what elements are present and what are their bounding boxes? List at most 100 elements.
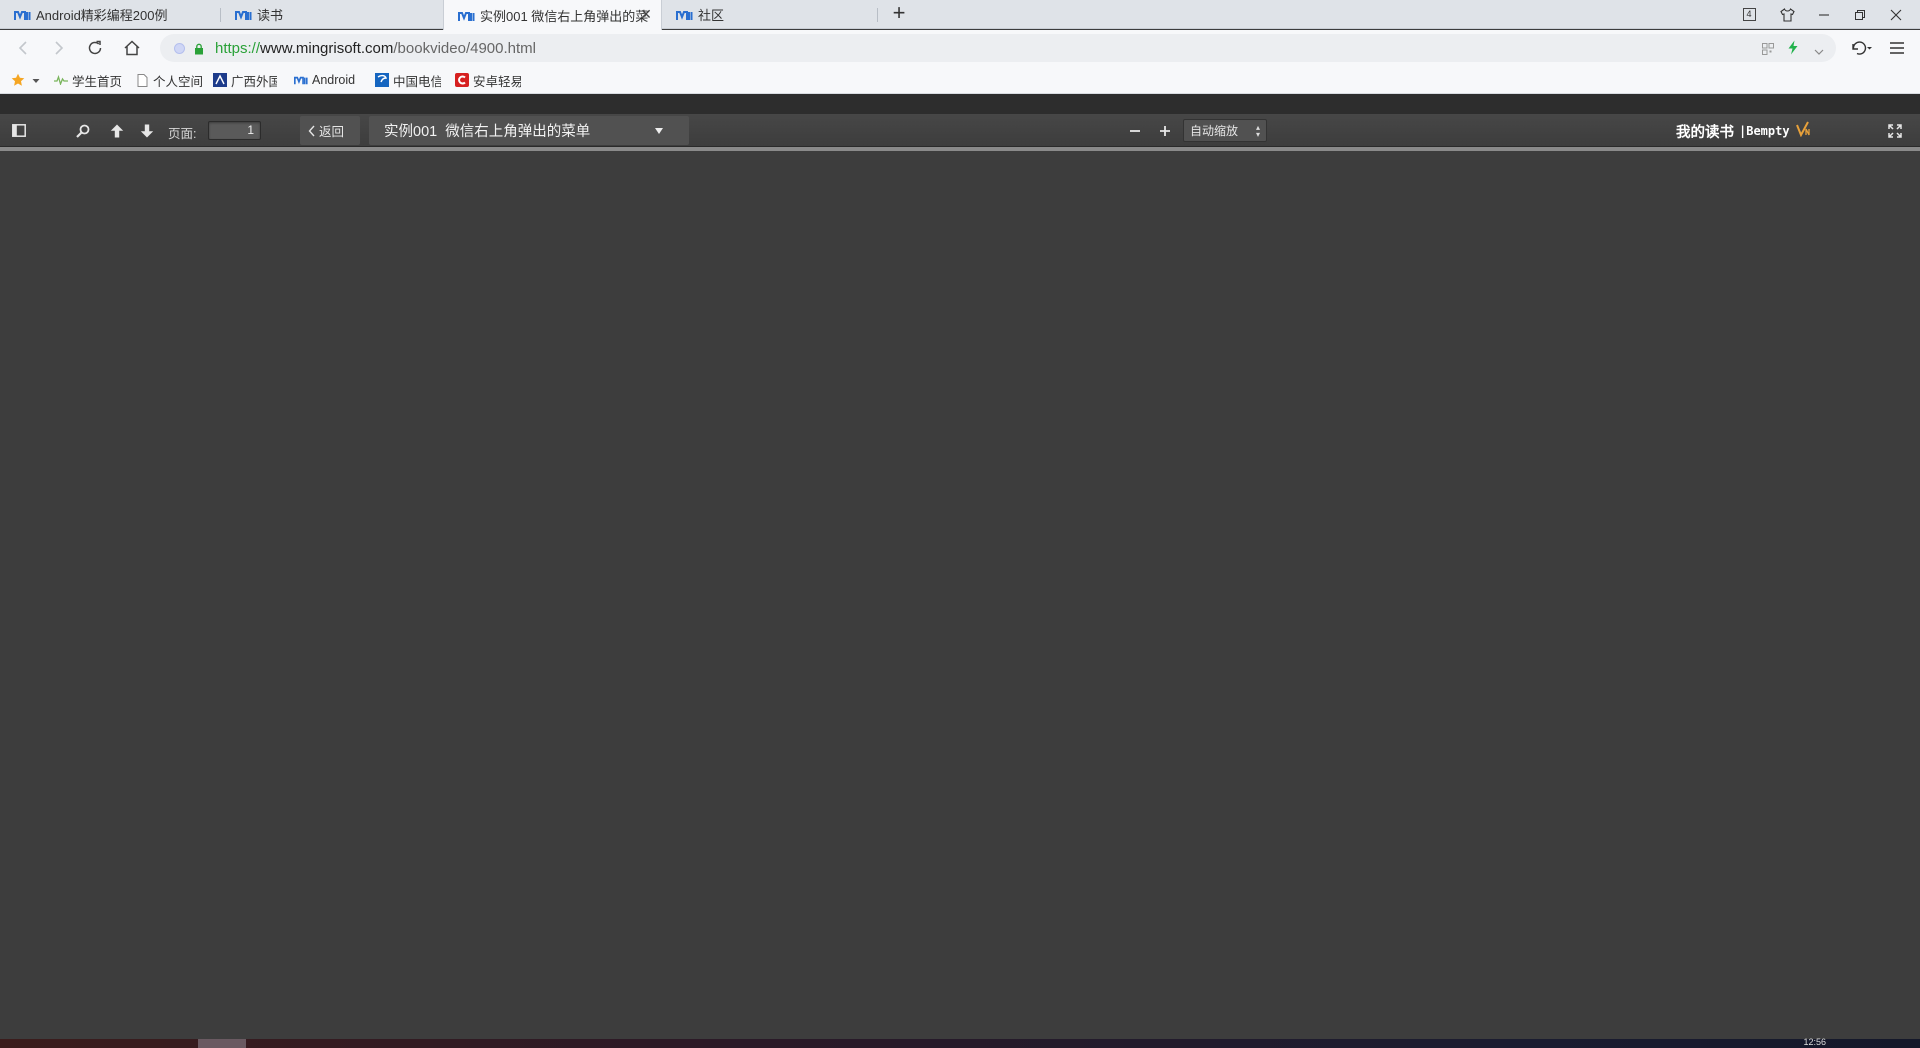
site-info-icon[interactable]	[174, 43, 185, 54]
url-host: www.mingrisoft.com	[260, 40, 394, 57]
close-window-button[interactable]	[1884, 0, 1908, 29]
tab-label: 实例001 微信右上角弹出的菜	[480, 8, 649, 24]
search-icon	[76, 124, 90, 138]
chevron-down-icon	[32, 73, 40, 87]
url-protocol: https://	[215, 40, 261, 57]
chevron-left-icon	[308, 125, 315, 136]
lightning-icon[interactable]	[1787, 40, 1799, 60]
page-number-label: 页面:	[168, 127, 197, 141]
university-favicon-icon	[213, 73, 227, 87]
my-reading-link[interactable]: 我的读书	[1676, 121, 1734, 142]
reload-icon	[88, 40, 102, 55]
page-number-input[interactable]: 1	[208, 121, 261, 140]
bookmark-label: 中国电信	[393, 74, 441, 89]
hamburger-menu-icon	[1890, 42, 1904, 54]
bookmark-label: 广西外国	[231, 74, 277, 89]
url-path: /bookvideo/4900.html	[393, 40, 536, 57]
favorites-menu[interactable]	[11, 71, 40, 89]
mingrisoft-favicon-icon	[458, 10, 475, 21]
bookmark-item[interactable]: 个人空间	[135, 71, 203, 89]
plus-icon	[1160, 125, 1170, 136]
user-name[interactable]: |Bempty	[1739, 124, 1790, 138]
bookmark-label: Android	[312, 73, 356, 87]
tab-example-001[interactable]: 实例001 微信右上角弹出的菜 ✕	[443, 0, 662, 30]
skin-button[interactable]	[1775, 0, 1799, 29]
chevron-down-icon[interactable]	[1814, 43, 1824, 61]
pulse-favicon-icon	[54, 73, 68, 87]
taskbar-active-app[interactable]	[198, 1039, 246, 1048]
next-page-button[interactable]	[136, 114, 158, 147]
previous-page-button[interactable]	[106, 114, 128, 147]
tab-count-badge: 4	[1742, 8, 1756, 21]
bookmark-item[interactable]: 学生首页	[54, 71, 122, 89]
arrow-left-icon	[18, 41, 27, 55]
return-button[interactable]: 返回	[300, 116, 360, 145]
zoom-in-button[interactable]	[1154, 114, 1176, 147]
arrow-right-icon	[55, 41, 64, 55]
minimize-button[interactable]	[1812, 0, 1836, 29]
sidebar-toggle-icon	[12, 124, 26, 137]
return-label: 返回	[319, 125, 345, 139]
undo-icon	[1852, 41, 1872, 55]
restore-button[interactable]	[1848, 0, 1872, 29]
close-tab-icon[interactable]: ✕	[639, 7, 653, 21]
tab-community[interactable]: 社区	[662, 0, 878, 29]
bookmarks-bar: 学生首页 个人空间 广西外国 Android 中国电信 安卓轻易	[0, 66, 1920, 94]
find-button[interactable]	[72, 114, 94, 147]
caret-down-icon	[655, 128, 663, 134]
home-button[interactable]	[120, 36, 144, 60]
zoom-value: 自动缩放	[1190, 124, 1239, 138]
minus-icon	[1130, 129, 1140, 132]
bookmark-item[interactable]: 广西外国	[213, 71, 277, 89]
mingrisoft-favicon-icon	[676, 9, 693, 20]
undo-close-button[interactable]	[1846, 36, 1876, 60]
navigation-bar: https://www.mingrisoft.com/bookvideo/490…	[0, 30, 1920, 66]
zoom-select[interactable]: 自动缩放 ▴ ▾	[1183, 119, 1267, 142]
forward-button[interactable]	[47, 36, 71, 60]
bookmark-label: 安卓轻易	[473, 74, 521, 89]
close-icon	[1890, 9, 1902, 20]
address-bar[interactable]: https://www.mingrisoft.com/bookvideo/490…	[160, 34, 1836, 62]
select-arrows-icon: ▴ ▾	[1255, 123, 1260, 139]
home-icon	[124, 40, 140, 56]
new-tab-button[interactable]: +	[888, 2, 910, 25]
tab-reading[interactable]: 读书	[221, 0, 443, 29]
sidebar-toggle-button[interactable]	[8, 114, 30, 147]
zoom-out-button[interactable]	[1124, 114, 1146, 147]
chapter-title: 实例001 微信右上角弹出的菜单	[384, 124, 591, 140]
tab-label: 社区	[698, 8, 725, 23]
shirt-icon	[1779, 7, 1795, 22]
page-header-strip	[0, 94, 1920, 114]
brand-area[interactable]: 我的读书 |Bempty	[1676, 121, 1814, 141]
bookmark-item[interactable]: 中国电信	[375, 71, 441, 89]
vip-badge-icon	[1795, 121, 1814, 142]
arrow-up-icon	[110, 124, 124, 137]
bookmark-label: 个人空间	[153, 74, 204, 89]
bookmark-item[interactable]: 安卓轻易	[455, 71, 521, 89]
os-taskbar: 12:56	[0, 1037, 1920, 1048]
presentation-mode-button[interactable]	[1883, 114, 1907, 147]
tab-label: 读书	[257, 8, 284, 23]
tab-strip: Android精彩编程200例 读书 实例001 微信右上角弹出的菜 ✕ 社区 …	[0, 0, 1920, 30]
china-telecom-favicon-icon	[375, 73, 389, 87]
c-favicon-icon	[455, 73, 469, 87]
document-viewer-area[interactable]	[0, 151, 1920, 1039]
bookmark-item[interactable]: Android	[294, 71, 355, 89]
tab-count-button[interactable]: 4	[1739, 0, 1759, 29]
lock-icon[interactable]	[194, 42, 204, 60]
back-button[interactable]	[11, 36, 35, 60]
mingrisoft-favicon-icon	[14, 9, 31, 20]
menu-button[interactable]	[1885, 36, 1909, 60]
taskbar-clock: 12:56	[1803, 1037, 1826, 1047]
tab-divider	[877, 8, 878, 22]
mingrisoft-favicon-icon	[294, 73, 308, 87]
chapter-select[interactable]: 实例001 微信右上角弹出的菜单	[369, 116, 689, 145]
fullscreen-icon	[1888, 123, 1902, 138]
qr-code-icon[interactable]	[1762, 42, 1774, 60]
reload-button[interactable]	[83, 36, 107, 60]
url-text[interactable]: https://www.mingrisoft.com/bookvideo/490…	[215, 40, 536, 57]
tab-label: Android精彩编程200例	[36, 8, 168, 23]
tab-android-200[interactable]: Android精彩编程200例	[0, 0, 221, 29]
page-icon	[135, 73, 149, 87]
minimize-icon	[1819, 13, 1829, 16]
